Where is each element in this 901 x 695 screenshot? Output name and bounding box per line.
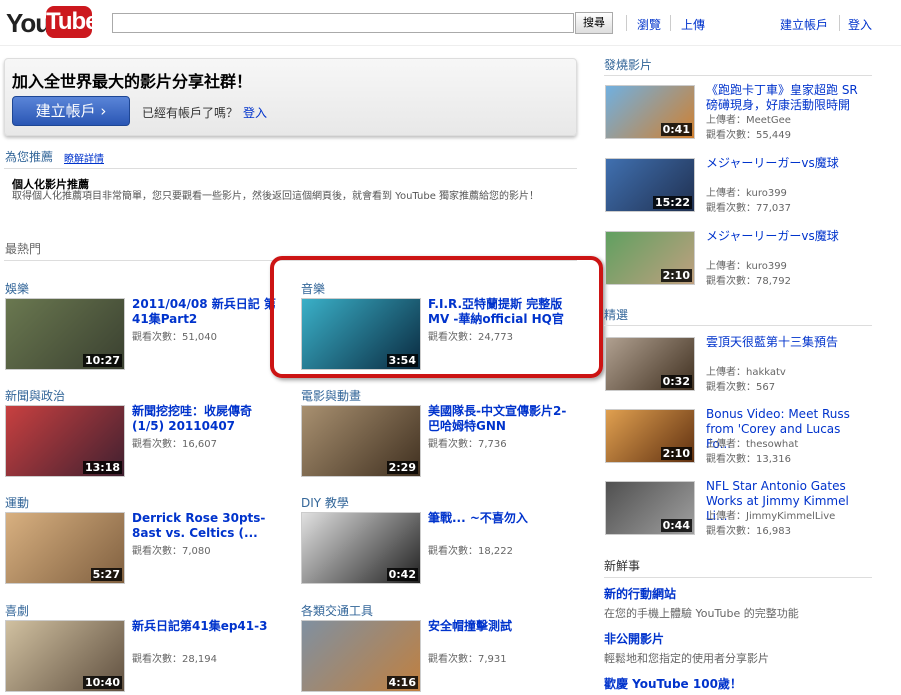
section-divider <box>604 75 872 76</box>
video-thumbnail[interactable]: 0:41 <box>605 85 695 139</box>
duration-badge: 2:29 <box>386 461 418 474</box>
view-count: 觀看次數：7,931 <box>428 654 507 665</box>
recommended-header: 為您推薦 <box>5 150 54 164</box>
nav-browse-link[interactable]: 瀏覽 <box>637 16 661 33</box>
duration-badge: 10:40 <box>82 676 122 689</box>
join-sign-in-link[interactable]: 登入 <box>243 104 267 121</box>
uploader: 上傳者：kuro399 <box>706 261 787 272</box>
trending-header: 發燒影片 <box>604 58 653 72</box>
search-button[interactable]: 搜尋 <box>575 12 613 34</box>
category-header[interactable]: 新聞與政治 <box>5 387 65 404</box>
uploader: 上傳者：hakkatv <box>706 367 786 378</box>
nav-separator <box>839 15 840 31</box>
category-header[interactable]: 娛樂 <box>5 280 29 297</box>
duration-badge: 4:16 <box>386 676 418 689</box>
view-count: 觀看次數：78,792 <box>706 276 791 287</box>
youtube-logo[interactable]: You Tube <box>6 4 99 40</box>
video-title-link[interactable]: 2011/04/08 新兵日記 第41集Part2 <box>132 297 280 327</box>
video-thumbnail[interactable]: 10:40 <box>5 620 125 692</box>
view-count: 觀看次數：18,222 <box>428 546 513 557</box>
view-count: 觀看次數：28,194 <box>132 654 217 665</box>
video-thumbnail[interactable]: 0:32 <box>605 337 695 391</box>
whats-new-link[interactable]: 非公開影片 <box>604 630 664 647</box>
duration-badge: 2:10 <box>660 269 692 282</box>
logo-tube-text: Tube <box>46 6 99 38</box>
logo-you-text: You <box>6 8 51 38</box>
view-count: 觀看次數：51,040 <box>132 332 217 343</box>
video-title-link[interactable]: 新聞挖挖哇：收屍傳奇(1/5) 20110407 <box>132 404 280 434</box>
video-thumbnail[interactable]: 0:44 <box>605 481 695 535</box>
video-thumbnail[interactable]: 5:27 <box>5 512 125 584</box>
duration-badge: 0:42 <box>386 568 418 581</box>
uploader: 上傳者：JimmyKimmelLive <box>706 511 836 522</box>
section-divider <box>4 168 577 169</box>
uploader: 上傳者：thesowhat <box>706 439 799 450</box>
header-divider <box>0 45 901 46</box>
video-thumbnail[interactable]: 4:16 <box>301 620 421 692</box>
category-header[interactable]: 電影與動畫 <box>301 387 361 404</box>
uploader: 上傳者：kuro399 <box>706 188 787 199</box>
duration-badge: 0:41 <box>660 123 692 136</box>
video-title-link[interactable]: 安全帽撞擊測試 <box>428 619 576 634</box>
duration-badge: 2:10 <box>660 447 692 460</box>
category-header[interactable]: 喜劇 <box>5 602 29 619</box>
featured-header: 精選 <box>604 308 629 322</box>
category-header[interactable]: 各類交通工具 <box>301 602 373 619</box>
video-title-link[interactable]: メジャーリーガーvs魔球 <box>706 156 868 171</box>
video-thumbnail[interactable]: 13:18 <box>5 405 125 477</box>
video-title-link[interactable]: 筆戰... ~不喜勿入 <box>428 511 576 526</box>
duration-badge: 15:22 <box>652 196 692 209</box>
most-popular-header: 最熱門 <box>5 242 42 256</box>
duration-badge: 0:32 <box>660 375 692 388</box>
whats-new-link[interactable]: 歡慶 YouTube 100歲！ <box>604 675 742 692</box>
header-create-account-link[interactable]: 建立帳戶 <box>780 16 828 33</box>
view-count: 觀看次數：55,449 <box>706 130 791 141</box>
section-divider <box>604 325 872 326</box>
video-title-link[interactable]: 雲頂天很藍第十三集預告 <box>706 335 868 350</box>
nav-separator <box>626 15 627 31</box>
whats-new-header: 新鮮事 <box>604 559 641 573</box>
category-header[interactable]: 運動 <box>5 494 29 511</box>
highlight-annotation <box>270 256 603 378</box>
video-title-link[interactable]: 新兵日記第41集ep41-3 <box>132 619 280 634</box>
video-title-link[interactable]: 美國隊長-中文宣傳影片2-巴哈姆特GNN <box>428 404 576 434</box>
video-thumbnail[interactable]: 2:10 <box>605 409 695 463</box>
nav-separator <box>670 15 671 31</box>
whats-new-description: 輕鬆地和您指定的使用者分享影片 <box>604 652 769 665</box>
video-thumbnail[interactable]: 2:29 <box>301 405 421 477</box>
video-thumbnail[interactable]: 10:27 <box>5 298 125 370</box>
video-thumbnail[interactable]: 2:10 <box>605 231 695 285</box>
section-divider <box>604 577 872 578</box>
recommended-description: 取得個人化推薦項目非常簡單，您只要觀看一些影片，然後返回這個網頁後，就會看到 Y… <box>12 191 540 202</box>
category-header[interactable]: DIY 教學 <box>301 494 349 511</box>
duration-badge: 0:44 <box>660 519 692 532</box>
learn-more-link[interactable]: 瞭解詳情 <box>64 150 104 165</box>
have-account-text: 已經有帳戶了嗎？ <box>142 106 239 120</box>
create-account-button[interactable]: 建立帳戶 › <box>12 96 130 126</box>
whats-new-link[interactable]: 新的行動網站 <box>604 585 676 602</box>
duration-badge: 13:18 <box>82 461 122 474</box>
view-count: 觀看次數：16,607 <box>132 439 217 450</box>
view-count: 觀看次數：13,316 <box>706 454 791 465</box>
search-input[interactable] <box>112 13 574 33</box>
duration-badge: 10:27 <box>82 354 122 367</box>
view-count: 觀看次數：567 <box>706 382 776 393</box>
whats-new-description: 在您的手機上體驗 YouTube 的完整功能 <box>604 607 799 620</box>
header-sign-in-link[interactable]: 登入 <box>848 16 872 33</box>
video-title-link[interactable]: Derrick Rose 30pts-8ast vs. Celtics (... <box>132 511 280 541</box>
nav-upload-link[interactable]: 上傳 <box>681 16 705 33</box>
duration-badge: 5:27 <box>90 568 122 581</box>
video-thumbnail[interactable]: 15:22 <box>605 158 695 212</box>
view-count: 觀看次數：77,037 <box>706 203 791 214</box>
view-count: 觀看次數：7,736 <box>428 439 507 450</box>
video-title-link[interactable]: メジャーリーガーvs魔球 <box>706 229 868 244</box>
join-title: 加入全世界最大的影片分享社群！ <box>12 72 253 91</box>
view-count: 觀看次數：7,080 <box>132 546 211 557</box>
view-count: 觀看次數：16,983 <box>706 526 791 537</box>
video-title-link[interactable]: 《跑跑卡丁車》皇家超跑 SR 磅礡現身，好康活動限時開 <box>706 83 868 113</box>
uploader: 上傳者：MeetGee <box>706 115 791 126</box>
video-thumbnail[interactable]: 0:42 <box>301 512 421 584</box>
